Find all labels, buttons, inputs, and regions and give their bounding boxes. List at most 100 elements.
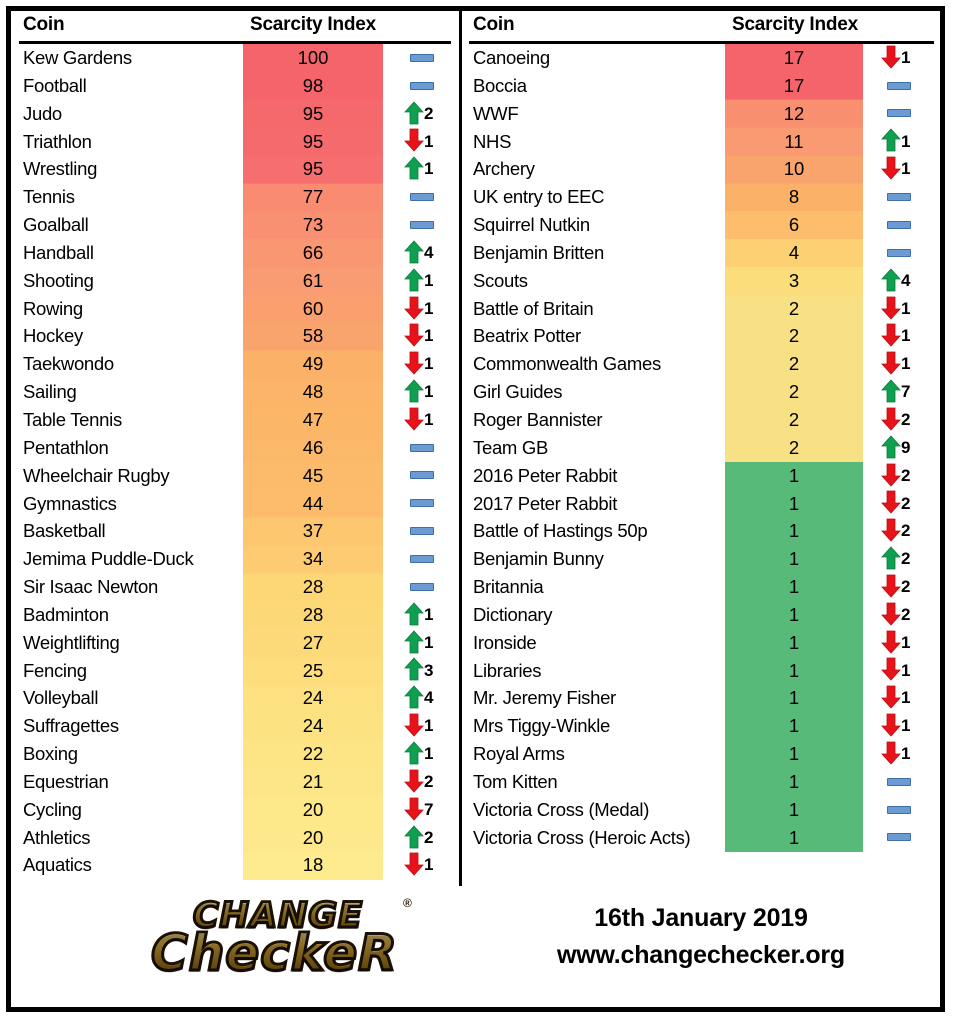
table-row[interactable]: Battle of Hastings 50p 1 2 [469,517,934,545]
table-row[interactable]: Sir Isaac Newton 28 [19,573,451,601]
table-row[interactable]: Victoria Cross (Medal) 1 [469,796,934,824]
table-row[interactable]: Roger Bannister 2 2 [469,406,934,434]
table-row[interactable]: Hockey 58 1 [19,322,451,350]
table-row[interactable]: Sailing 48 1 [19,378,451,406]
scarcity-index-value: 17 [783,47,805,68]
scarcity-index-value: 11 [784,130,804,152]
scarcity-index-value: 25 [302,659,324,681]
change-delta-value: 4 [424,688,434,708]
table-row[interactable]: Tennis 77 [19,183,451,211]
table-row[interactable]: Equestrian 21 2 [19,768,451,796]
left-table-header: Coin Scarcity Index [19,11,451,44]
coin-name: Roger Bannister [473,408,603,430]
table-row[interactable]: Beatrix Potter 2 1 [469,322,934,350]
website-url[interactable]: www.changechecker.org [466,941,936,970]
table-row[interactable]: Cycling 20 7 [19,796,451,824]
table-row[interactable]: Triathlon 95 1 [19,128,451,156]
table-row[interactable]: Basketball 37 [19,517,451,545]
table-row[interactable]: Fencing 25 3 [19,657,451,685]
table-row[interactable]: Royal Arms 1 1 [469,740,934,768]
coin-name: Team GB [473,436,549,458]
table-row[interactable]: Dictionary 1 2 [469,601,934,629]
change-delta-value: 4 [901,270,911,290]
change-indicator: 9 [881,434,931,462]
table-row[interactable]: Aquatics 18 1 [19,851,451,879]
table-row[interactable]: Commonwealth Games 2 1 [469,350,934,378]
change-delta-value: 1 [901,298,911,318]
change-indicator [404,72,454,100]
table-row[interactable]: Rowing 60 1 [19,295,451,323]
table-row[interactable]: Judo 95 2 [19,100,451,128]
no-change-dash-icon [887,777,911,786]
table-row[interactable]: Benjamin Britten 4 [469,239,934,267]
table-row[interactable]: Boccia 17 [469,72,934,100]
change-indicator: 2 [404,768,454,796]
change-delta-value: 2 [424,771,434,791]
coin-name: Libraries [473,659,542,681]
table-row[interactable]: Pentathlon 46 [19,434,451,462]
change-indicator: 1 [881,350,931,378]
no-change-dash-icon [887,248,911,257]
table-row[interactable]: WWF 12 [469,100,934,128]
table-row[interactable]: Battle of Britain 2 1 [469,295,934,323]
table-row[interactable]: Ironside 1 1 [469,629,934,657]
table-row[interactable]: Goalball 73 [19,211,451,239]
table-row[interactable]: Team GB 2 9 [469,434,934,462]
right-table-header: Coin Scarcity Index [469,11,934,44]
coin-name: Battle of Britain [473,297,594,319]
table-row[interactable]: Gymnastics 44 [19,490,451,518]
table-row[interactable]: Canoeing 17 1 [469,44,934,72]
table-row[interactable]: Archery 10 1 [469,155,934,183]
table-row[interactable]: Libraries 1 1 [469,657,934,685]
table-row[interactable]: Britannia 1 2 [469,573,934,601]
change-delta-value: 1 [901,354,911,374]
change-delta-value: 1 [424,270,434,290]
table-row[interactable]: Kew Gardens 100 [19,44,451,72]
table-row[interactable]: Handball 66 4 [19,239,451,267]
change-indicator [881,183,931,211]
coin-name: Aquatics [23,854,92,876]
change-indicator: 2 [881,406,931,434]
table-row[interactable]: Athletics 20 2 [19,824,451,852]
table-row[interactable]: Wrestling 95 1 [19,155,451,183]
table-row[interactable]: Boxing 22 1 [19,740,451,768]
table-row[interactable]: Badminton 28 1 [19,601,451,629]
table-row[interactable]: Football 98 [19,72,451,100]
table-row[interactable]: Scouts 3 4 [469,267,934,295]
table-row[interactable]: Victoria Cross (Heroic Acts) 1 [469,824,934,852]
table-row[interactable]: Mrs Tiggy-Winkle 1 1 [469,712,934,740]
table-row[interactable]: Tom Kitten 1 [469,768,934,796]
change-indicator: 1 [881,684,931,712]
change-delta-value: 9 [901,437,911,457]
no-change-dash-icon [887,805,911,814]
table-row[interactable]: Weightlifting 27 1 [19,629,451,657]
change-indicator [404,462,454,490]
table-row[interactable]: 2017 Peter Rabbit 1 2 [469,490,934,518]
table-row[interactable]: UK entry to EEC 8 [469,183,934,211]
change-delta-value: 1 [424,409,434,429]
table-row[interactable]: Benjamin Bunny 1 2 [469,545,934,573]
change-indicator: 7 [404,796,454,824]
table-row[interactable]: Table Tennis 47 1 [19,406,451,434]
scarcity-index-value: 17 [783,74,805,96]
coin-name: Triathlon [23,130,92,152]
table-row[interactable]: 2016 Peter Rabbit 1 2 [469,462,934,490]
scarcity-index-value: 1 [788,687,800,709]
scarcity-index-value: 2 [788,297,800,319]
table-row[interactable]: Jemima Puddle-Duck 34 [19,545,451,573]
change-delta-value: 7 [424,799,434,819]
scarcity-index-value: 1 [788,520,800,542]
table-row[interactable]: NHS 11 1 [469,128,934,156]
table-row[interactable]: Suffragettes 24 1 [19,712,451,740]
change-indicator [404,211,454,239]
table-row[interactable]: Shooting 61 1 [19,267,451,295]
table-row[interactable]: Girl Guides 2 7 [469,378,934,406]
change-delta-value: 1 [424,354,434,374]
table-row[interactable]: Wheelchair Rugby 45 [19,462,451,490]
table-row[interactable]: Volleyball 24 4 [19,684,451,712]
table-row[interactable]: Taekwondo 49 1 [19,350,451,378]
table-row[interactable]: Squirrel Nutkin 6 [469,211,934,239]
coin-name: Handball [23,241,94,263]
scarcity-index-value: 4 [788,241,800,263]
table-row[interactable]: Mr. Jeremy Fisher 1 1 [469,684,934,712]
